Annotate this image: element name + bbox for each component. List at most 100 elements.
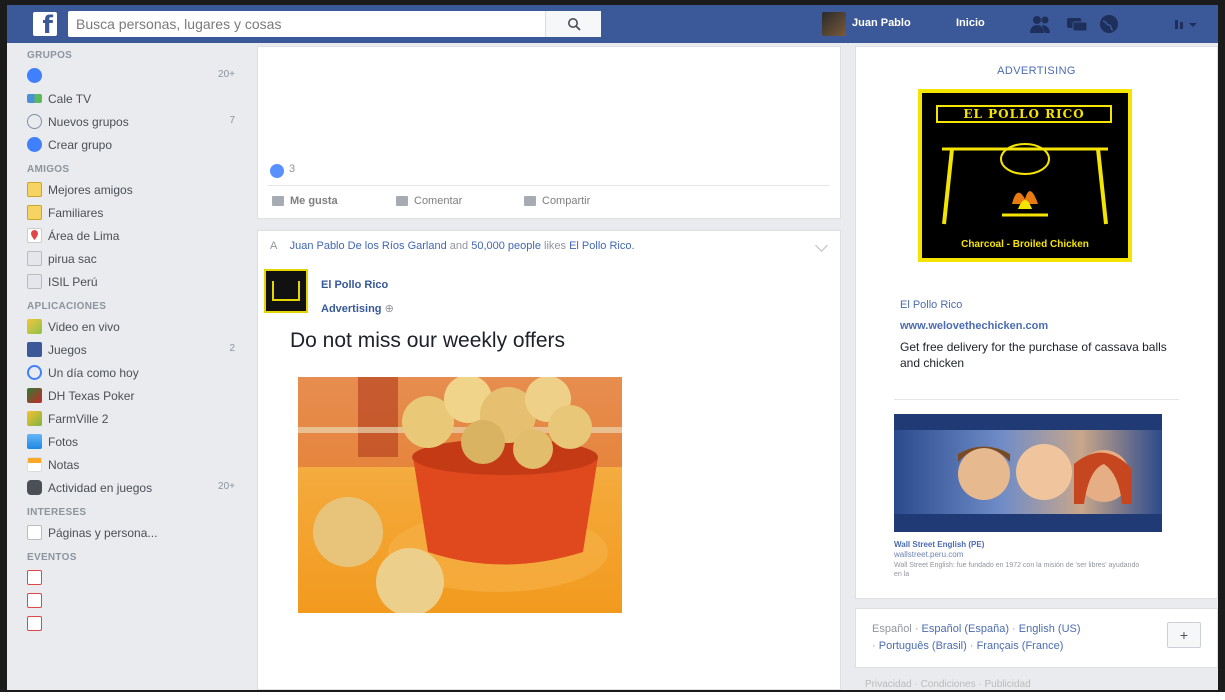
- second-ad-image[interactable]: [894, 414, 1162, 532]
- sidebar-item-label: DH Texas Poker: [48, 388, 135, 403]
- ad-url-link[interactable]: www.welovethechicken.com: [900, 320, 1048, 332]
- sidebar-item-label: Video en vivo: [48, 319, 120, 334]
- sidebar-item-event-1[interactable]: [27, 566, 247, 589]
- ads-panel: ADVERTISING EL POLLO RICO Charcoal - Bro…: [855, 46, 1218, 599]
- friend-requests-icon[interactable]: [1029, 13, 1053, 35]
- ad-logo-subtitle: Charcoal - Broiled Chicken: [961, 239, 1089, 250]
- post-text: Do not miss our weekly offers: [290, 329, 566, 352]
- item-count: 20+: [218, 69, 235, 80]
- sidebar-item-texas-poker[interactable]: DH Texas Poker: [27, 384, 247, 407]
- sidebar-item-label: Área de Lima: [48, 228, 120, 243]
- sidebar-item-label: Un día como hoy: [48, 365, 139, 380]
- sidebar-item-farmville[interactable]: FarmVille 2: [27, 407, 247, 430]
- like-button-label: Me gusta: [290, 195, 338, 207]
- story-and: and: [449, 240, 469, 252]
- sidebar-item-label: Familiares: [48, 205, 104, 220]
- groups-icon: [27, 68, 42, 83]
- post-options-chevron-icon[interactable]: [815, 239, 828, 252]
- add-language-button[interactable]: +: [1167, 622, 1201, 648]
- sidebar-item-games[interactable]: Juegos 2: [27, 338, 247, 361]
- share-arrow-icon: [524, 196, 536, 206]
- like-count[interactable]: 3: [289, 163, 295, 175]
- calendar-add-icon: [27, 616, 42, 631]
- notes-icon: [27, 457, 42, 472]
- sidebar-item-label: pirua sac: [48, 251, 97, 266]
- second-ad-url[interactable]: wallstreet.peru.com: [894, 550, 963, 559]
- ad-advertiser-name[interactable]: El Pollo Rico: [900, 299, 962, 311]
- search-icon: [567, 18, 581, 31]
- sidebar-item-lima-area[interactable]: Área de Lima: [27, 224, 247, 247]
- language-link[interactable]: Português (Brasil): [879, 640, 967, 652]
- sidebar-item-label: Nuevos grupos: [48, 114, 129, 129]
- sidebar-item-family[interactable]: Familiares: [27, 201, 247, 224]
- ad-logo-image[interactable]: EL POLLO RICO Charcoal - Broiled Chicken: [918, 89, 1132, 262]
- others-link[interactable]: 50,000 people: [471, 240, 541, 252]
- sidebar-item-games-activity[interactable]: Actividad en juegos 20+: [27, 476, 247, 499]
- top-bar: f Juan Pablo Inicio: [7, 5, 1218, 43]
- thumbs-up-icon: [272, 196, 284, 206]
- sidebar-item-create-group[interactable]: Crear grupo: [27, 133, 247, 156]
- share-button-label: Compartir: [542, 195, 591, 207]
- user-avatar[interactable]: [822, 12, 846, 36]
- language-link[interactable]: Français (France): [977, 640, 1064, 652]
- students-photo: [894, 414, 1162, 532]
- globe-icon: ⊕: [384, 303, 394, 315]
- star-list-icon: [27, 182, 42, 197]
- sidebar-item-cale-tv[interactable]: Cale TV: [27, 87, 247, 110]
- account-menu-icon[interactable]: [1173, 13, 1199, 35]
- sidebar-item-photos[interactable]: Fotos: [27, 430, 247, 453]
- like-button[interactable]: Me gusta: [272, 195, 338, 207]
- search-button[interactable]: [545, 11, 601, 37]
- search-input[interactable]: [68, 11, 548, 37]
- user-name-link[interactable]: Juan Pablo: [852, 17, 911, 29]
- divider: [268, 185, 830, 186]
- post-image[interactable]: [298, 377, 622, 613]
- sidebar-item-pirua-sac[interactable]: pirua sac: [27, 247, 247, 270]
- sidebar-item-isil-peru[interactable]: ISIL Perú: [27, 270, 247, 293]
- sidebar-item-label: Cale TV: [48, 91, 92, 106]
- language-link[interactable]: English (US): [1019, 623, 1081, 635]
- sidebar-item-event-3[interactable]: [27, 612, 247, 635]
- sidebar-item-groups[interactable]: 20+: [27, 64, 247, 87]
- page-link[interactable]: El Pollo Rico.: [569, 240, 634, 252]
- logo-mark: [272, 281, 300, 301]
- events-section-title: EVENTOS: [27, 552, 77, 563]
- page-profile-picture[interactable]: [264, 269, 308, 313]
- item-count: 7: [229, 115, 235, 126]
- ads-header: ADVERTISING: [997, 65, 1076, 77]
- sidebar-item-event-2[interactable]: [27, 589, 247, 612]
- sidebar-item-label: Crear grupo: [48, 137, 113, 152]
- language-link[interactable]: Español (España): [922, 623, 1009, 635]
- groups-section-title: GRUPOS: [27, 50, 73, 61]
- home-link[interactable]: Inicio: [956, 17, 985, 29]
- comment-button[interactable]: Comentar: [396, 195, 462, 207]
- on-this-day-icon: [27, 365, 42, 380]
- work-icon: [27, 251, 42, 266]
- pages-icon: [27, 525, 42, 540]
- like-reaction-icon: [270, 164, 284, 178]
- plus-circle-icon: [27, 137, 42, 152]
- sidebar-item-on-this-day[interactable]: Un día como hoy: [27, 361, 247, 384]
- sidebar-item-live-video[interactable]: Video en vivo: [27, 315, 247, 338]
- sponsored-label: Advertising ⊕: [321, 302, 394, 315]
- current-language: Español: [872, 623, 912, 635]
- sidebar-item-label: Fotos: [48, 434, 79, 449]
- language-line-1: Español · Español (España) · English (US…: [872, 623, 1081, 635]
- page-name-link[interactable]: El Pollo Rico: [321, 279, 388, 291]
- sidebar-item-best-friends[interactable]: Mejores amigos: [27, 178, 247, 201]
- sidebar-item-notes[interactable]: Notas: [27, 453, 247, 476]
- language-line-2: · Português (Brasil) · Français (France): [872, 640, 1064, 652]
- sidebar-item-label: Notas: [48, 457, 80, 472]
- item-count: 20+: [218, 481, 235, 492]
- sidebar-item-pages-people[interactable]: Páginas y persona...: [27, 521, 247, 544]
- notifications-globe-icon[interactable]: [1097, 13, 1121, 35]
- story-likes: likes: [544, 240, 567, 252]
- facebook-logo[interactable]: f: [33, 11, 57, 39]
- frame-bottom: [0, 690, 1225, 700]
- footer-links[interactable]: Privacidad · Condiciones · Publicidad: [865, 679, 1031, 690]
- second-ad-title[interactable]: Wall Street English (PE): [894, 540, 984, 549]
- friend-link[interactable]: Juan Pablo De los Ríos Garland: [290, 240, 447, 252]
- share-button[interactable]: Compartir: [524, 195, 590, 207]
- sidebar-item-new-groups[interactable]: Nuevos grupos 7: [27, 110, 247, 133]
- messages-icon[interactable]: [1065, 13, 1089, 35]
